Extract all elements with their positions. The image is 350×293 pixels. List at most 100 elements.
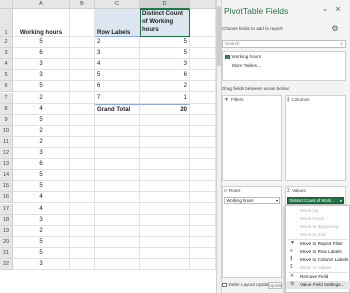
table-cell[interactable] [190,125,216,137]
table-cell[interactable]: 5 [13,170,70,182]
pivot-value-header[interactable]: Distinct Count of Working hours [140,9,190,37]
table-cell[interactable] [140,225,190,237]
column-header-b[interactable]: B [70,0,95,9]
table-cell[interactable] [190,81,216,93]
table-cell[interactable] [140,203,190,215]
row-header[interactable]: 1 [0,9,13,37]
row-header[interactable]: 8 [0,103,13,115]
column-header-blank[interactable] [190,0,216,9]
column-header-d[interactable]: D [140,0,190,9]
table-cell[interactable] [140,114,190,126]
table-cell[interactable] [140,136,190,148]
column-a-header-cell[interactable]: Working hours [13,9,70,37]
table-cell[interactable] [70,247,95,259]
table-cell[interactable] [95,114,140,126]
table-cell[interactable] [190,148,216,160]
row-header[interactable]: 7 [0,92,13,104]
table-cell[interactable] [190,103,216,115]
table-cell[interactable] [140,247,190,259]
table-cell[interactable]: 4 [13,192,70,204]
table-cell[interactable] [140,259,190,271]
chevron-down-icon[interactable]: ▾ [276,198,278,204]
scrollbar-thumb[interactable] [217,6,221,66]
row-header[interactable]: 6 [0,81,13,93]
table-cell[interactable] [190,181,216,193]
pivot-row-value[interactable]: 5 [140,37,190,49]
row-header[interactable]: 20 [0,236,13,248]
table-cell[interactable]: 6 [13,159,70,171]
more-tables-link[interactable]: More Tables... [225,63,261,68]
defer-layout-toggle[interactable]: Defer Layout Update [222,282,271,288]
row-header[interactable]: 3 [0,48,13,60]
table-cell[interactable] [70,114,95,126]
table-cell[interactable]: 2 [13,92,70,104]
table-cell[interactable] [70,236,95,248]
row-header[interactable]: 21 [0,247,13,259]
field-checkbox[interactable]: ✓ [225,54,230,60]
row-header[interactable]: 13 [0,159,13,171]
table-cell[interactable]: 3 [13,59,70,71]
search-input[interactable]: Search ⌕ [222,40,346,48]
chevron-down-icon[interactable]: ▾ [340,198,342,204]
row-header[interactable]: 16 [0,192,13,204]
table-cell[interactable] [95,259,140,271]
table-cell[interactable]: 2 [13,125,70,137]
table-cell[interactable] [190,225,216,237]
table-cell[interactable] [190,214,216,226]
table-cell[interactable]: 5 [13,236,70,248]
row-header[interactable]: 2 [0,37,13,49]
pivot-row-labels-header[interactable]: Row Labels [95,9,140,37]
table-cell[interactable] [95,136,140,148]
row-header[interactable]: 14 [0,170,13,182]
table-cell[interactable] [95,236,140,248]
defer-checkbox[interactable] [222,282,227,288]
menu-item-move-to-column-labels[interactable]: ⫼ Move to Column Labels [286,256,350,264]
row-header[interactable]: 18 [0,214,13,226]
table-cell[interactable]: 3 [13,70,70,82]
menu-item-move-to-end[interactable]: Move to End [286,231,350,239]
row-header[interactable]: 15 [0,181,13,193]
table-cell[interactable] [70,203,95,215]
row-header[interactable]: 10 [0,125,13,137]
table-cell[interactable]: 4 [13,203,70,215]
pivot-row-label[interactable]: 4 [95,59,140,71]
table-cell[interactable] [190,203,216,215]
filters-area[interactable] [222,95,282,181]
spreadsheet-grid[interactable]: ABCD 1 Working hours Row Labels Distinct Co… [0,0,216,293]
table-cell[interactable] [190,170,216,182]
pivot-row-label[interactable]: 5 [95,70,140,82]
menu-item-move-to-values[interactable]: Σ Move to Values [286,264,350,272]
menu-item-move-to-beginning[interactable]: Move to Beginning [286,223,350,231]
table-cell[interactable] [70,192,95,204]
table-cell[interactable] [70,59,95,71]
table-cell[interactable] [190,247,216,259]
row-header[interactable]: 5 [0,70,13,82]
pivot-row-label[interactable]: 7 [95,92,140,104]
table-cell[interactable] [70,136,95,148]
pivot-row-label[interactable]: 2 [95,37,140,49]
table-cell[interactable] [70,103,95,115]
table-cell[interactable] [140,181,190,193]
table-cell[interactable] [70,70,95,82]
pivot-row-value[interactable]: 2 [140,81,190,93]
table-cell[interactable] [190,92,216,104]
table-cell[interactable] [70,148,95,160]
columns-area[interactable] [285,95,346,181]
table-cell[interactable]: 5 [13,37,70,49]
row-header[interactable]: 11 [0,136,13,148]
row-header[interactable]: 22 [0,259,13,271]
row-header[interactable]: 12 [0,148,13,160]
table-cell[interactable] [190,9,216,37]
field-item-working-hours[interactable]: ✓ Working hours [225,54,261,60]
table-cell[interactable] [70,37,95,49]
table-cell[interactable]: 4 [13,103,70,115]
table-cell[interactable] [70,181,95,193]
table-cell[interactable] [190,192,216,204]
pivot-row-label[interactable]: 3 [95,48,140,60]
table-cell[interactable] [140,159,190,171]
row-header[interactable]: 19 [0,225,13,237]
table-cell[interactable]: 3 [13,259,70,271]
table-cell[interactable] [190,37,216,49]
table-cell[interactable] [190,59,216,71]
table-cell[interactable] [190,114,216,126]
